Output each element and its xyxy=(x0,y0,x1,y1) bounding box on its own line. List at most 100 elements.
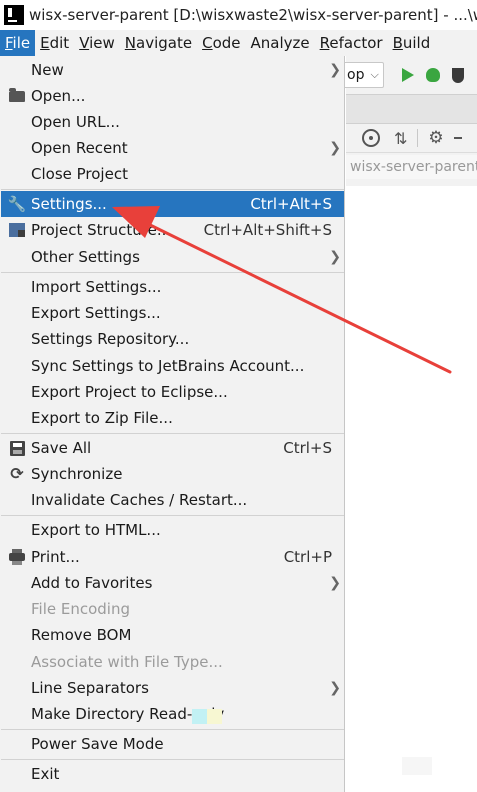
project-structure-icon xyxy=(7,217,27,243)
menu-item-save-all[interactable]: Save All Ctrl+S xyxy=(1,435,344,461)
menu-navigate[interactable]: Navigate xyxy=(120,30,197,56)
menu-item-add-to-favorites[interactable]: Add to Favorites ❯ xyxy=(1,570,344,596)
menu-item-file-encoding: File Encoding xyxy=(1,596,344,622)
submenu-arrow-icon: ❯ xyxy=(329,680,341,696)
menu-item-import-settings[interactable]: Import Settings... xyxy=(1,274,344,300)
menu-item-label: Settings... xyxy=(31,195,107,213)
menu-separator xyxy=(1,515,344,516)
menu-item-label: Power Save Mode xyxy=(31,735,164,753)
menu-item-label: Export Project to Eclipse... xyxy=(31,383,228,401)
menu-item-associate-file-type: Associate with File Type... xyxy=(1,649,344,675)
menu-item-export-html[interactable]: Export to HTML... xyxy=(1,517,344,543)
menu-item-make-directory-readonly[interactable]: Make Directory Read-only xyxy=(1,701,344,727)
run-configuration-value: op xyxy=(347,67,365,83)
menu-item-label: Sync Settings to JetBrains Account... xyxy=(31,357,305,375)
menu-item-label: Print... xyxy=(31,548,80,566)
menu-item-close-project[interactable]: Close Project xyxy=(1,161,344,187)
menu-item-export-zip[interactable]: Export to Zip File... xyxy=(1,405,344,431)
menu-item-label: Save All xyxy=(31,439,92,457)
image-artifact xyxy=(192,709,207,724)
menu-item-open-recent[interactable]: Open Recent ❯ xyxy=(1,135,344,161)
menu-separator xyxy=(1,272,344,273)
image-artifact xyxy=(402,757,432,775)
chevron-down-icon: ⌵ xyxy=(370,68,379,81)
menu-item-exit[interactable]: Exit xyxy=(1,761,344,787)
file-menu-dropdown: New ❯ Open... Open URL... Open Recent ❯ … xyxy=(0,56,345,792)
project-tool-window-toolbar: ⇅ ⚙ xyxy=(346,124,477,153)
menu-build[interactable]: Build xyxy=(388,30,436,56)
window-title: wisx-server-parent [D:\wisxwaste2\wisx-s… xyxy=(29,6,477,24)
menu-item-sync-settings[interactable]: Sync Settings to JetBrains Account... xyxy=(1,353,344,379)
run-configuration-select[interactable]: op ⌵ xyxy=(342,62,384,88)
menu-edit[interactable]: Edit xyxy=(35,30,74,56)
menu-item-label: Open Recent xyxy=(31,139,128,157)
menu-item-open[interactable]: Open... xyxy=(1,83,344,109)
collapse-all-icon[interactable]: ⇅ xyxy=(394,129,407,148)
menu-separator xyxy=(1,189,344,190)
menu-item-label: Remove BOM xyxy=(31,626,132,644)
menu-item-label: Open... xyxy=(31,87,86,105)
menu-refactor[interactable]: Refactor xyxy=(315,30,388,56)
image-artifact xyxy=(207,709,222,724)
menu-item-label: Other Settings xyxy=(31,248,140,266)
menu-item-shortcut: Ctrl+S xyxy=(283,439,332,457)
menu-item-export-settings[interactable]: Export Settings... xyxy=(1,300,344,326)
menu-item-label: Settings Repository... xyxy=(31,330,190,348)
print-icon xyxy=(7,544,27,570)
locate-file-icon[interactable] xyxy=(362,129,380,147)
menu-item-print[interactable]: Print... Ctrl+P xyxy=(1,544,344,570)
main-toolbar: op ⌵ xyxy=(342,60,477,90)
debug-icon[interactable] xyxy=(425,68,440,82)
editor-tab-strip xyxy=(346,94,477,124)
menu-item-label: File Encoding xyxy=(31,600,130,618)
menu-item-shortcut: Ctrl+Alt+Shift+S xyxy=(203,221,332,239)
menu-item-power-save-mode[interactable]: Power Save Mode xyxy=(1,731,344,757)
menu-item-label: Line Separators xyxy=(31,679,149,697)
menu-item-other-settings[interactable]: Other Settings ❯ xyxy=(1,244,344,270)
menu-item-label: Exit xyxy=(31,765,60,783)
menu-item-label: Import Settings... xyxy=(31,278,162,296)
submenu-arrow-icon: ❯ xyxy=(329,249,341,265)
synchronize-icon: ⟳ xyxy=(10,464,24,483)
menu-item-label: Export to HTML... xyxy=(31,521,161,539)
menu-item-open-url[interactable]: Open URL... xyxy=(1,109,344,135)
coverage-icon[interactable] xyxy=(451,67,464,83)
title-bar: wisx-server-parent [D:\wisxwaste2\wisx-s… xyxy=(0,0,477,30)
menu-analyze[interactable]: Analyze xyxy=(246,30,315,56)
menu-item-project-structure[interactable]: Project Structure... Ctrl+Alt+Shift+S xyxy=(1,217,344,243)
menu-item-line-separators[interactable]: Line Separators ❯ xyxy=(1,675,344,701)
menu-view[interactable]: View xyxy=(74,30,120,56)
menu-separator xyxy=(1,759,344,760)
menu-item-label: Export to Zip File... xyxy=(31,409,173,427)
save-all-icon xyxy=(7,435,27,461)
menu-file[interactable]: File xyxy=(0,30,36,56)
menu-item-label: Close Project xyxy=(31,165,128,183)
menu-item-settings[interactable]: 🔧 Settings... Ctrl+Alt+S xyxy=(1,191,344,217)
project-tree-root[interactable]: wisx-server-parent xyxy=(346,155,477,179)
menu-bar: File Edit View Navigate Code Analyze Ref… xyxy=(0,30,477,56)
menu-item-invalidate-caches[interactable]: Invalidate Caches / Restart... xyxy=(1,487,344,513)
menu-item-label: New xyxy=(31,61,64,79)
menu-item-label: Open URL... xyxy=(31,113,120,131)
menu-item-new[interactable]: New ❯ xyxy=(1,57,344,83)
menu-item-label: Associate with File Type... xyxy=(31,653,223,671)
folder-icon xyxy=(7,83,27,109)
menu-item-label: Synchronize xyxy=(31,465,123,483)
menu-item-label: Project Structure... xyxy=(31,221,172,239)
submenu-arrow-icon: ❯ xyxy=(329,62,341,78)
menu-item-export-eclipse[interactable]: Export Project to Eclipse... xyxy=(1,379,344,405)
menu-item-label: Add to Favorites xyxy=(31,574,153,592)
menu-item-shortcut: Ctrl+P xyxy=(283,548,332,566)
menu-item-synchronize[interactable]: ⟳ Synchronize xyxy=(1,461,344,487)
menu-separator xyxy=(1,729,344,730)
menu-item-label: Export Settings... xyxy=(31,304,161,322)
menu-item-remove-bom[interactable]: Remove BOM xyxy=(1,622,344,648)
minimize-icon[interactable] xyxy=(453,137,462,139)
run-icon[interactable] xyxy=(401,68,414,82)
gear-icon[interactable]: ⚙ xyxy=(428,128,443,148)
submenu-arrow-icon: ❯ xyxy=(329,575,341,591)
wrench-icon: 🔧 xyxy=(7,195,27,213)
submenu-arrow-icon: ❯ xyxy=(329,140,341,156)
menu-code[interactable]: Code xyxy=(197,30,245,56)
menu-item-settings-repository[interactable]: Settings Repository... xyxy=(1,326,344,352)
